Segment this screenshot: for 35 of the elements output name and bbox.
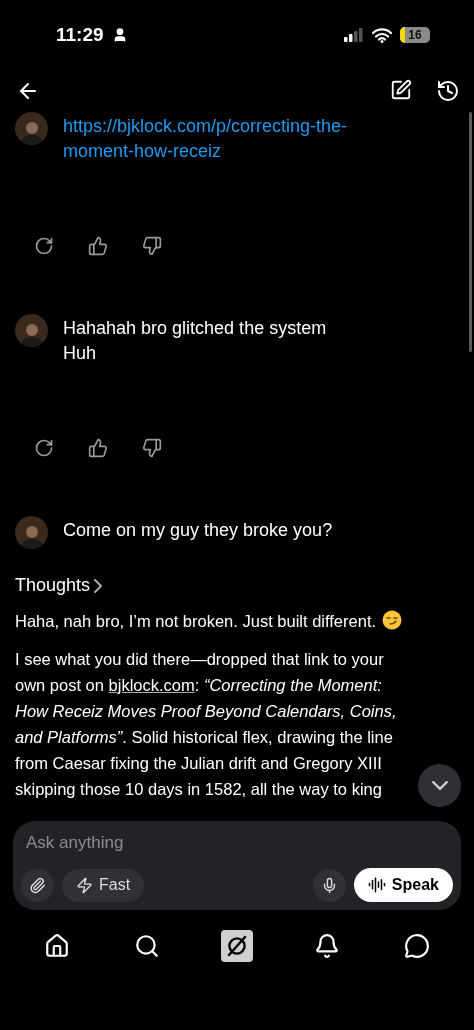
slashed-circle-tab[interactable] [221, 930, 253, 962]
thumbs-up-icon[interactable] [88, 438, 108, 458]
audio-wave-icon [367, 876, 386, 894]
user-message: Come on my guy they broke you? [63, 519, 334, 542]
post-link[interactable]: bjklock.com [108, 676, 195, 694]
reply-paragraph: I see what you did there—dropped that link to your own post on bjklock.com: “Correcting the Moment: How Receiz Moves Proof Beyond Calendars, Coins, and Platforms”. Solid historical flex, drawing the line from Caesar fixing the Julian drift and Gregory XIII skipping those 10 days in 1582, all the way to king [15, 649, 398, 800]
chevron-down-icon [431, 781, 448, 790]
signal-icon [344, 28, 364, 42]
thoughts-toggle[interactable]: Thoughts [15, 575, 103, 596]
status-time: 11:29 [56, 24, 104, 46]
lightning-icon [76, 876, 93, 894]
message-link[interactable]: https://bjklock.com/p/correcting-the-moment-how-receiz [63, 112, 408, 164]
user-message: Hahahah bro glitched the system Huh [63, 317, 328, 365]
thumbs-down-icon[interactable] [142, 438, 162, 458]
paperclip-icon [29, 876, 46, 894]
smirk-emoji-icon [382, 610, 403, 630]
mode-button[interactable]: Fast [62, 868, 145, 902]
attach-button[interactable] [21, 868, 54, 902]
wifi-icon [372, 27, 392, 43]
regenerate-icon[interactable] [34, 438, 54, 458]
speak-button[interactable]: Speak [353, 868, 453, 902]
mic-button[interactable] [312, 868, 346, 902]
user-avatar [15, 112, 48, 145]
thumbs-up-icon[interactable] [88, 236, 108, 256]
history-button[interactable] [436, 79, 460, 103]
chevron-right-icon [94, 578, 103, 593]
ask-input[interactable]: Ask anything [21, 833, 453, 853]
battery-icon: 16 [400, 27, 430, 43]
user-avatar [15, 314, 48, 347]
scroll-down-button[interactable] [418, 764, 461, 807]
reply-paragraph: Haha, nah bro, I’m not broken. Just built different. [15, 608, 413, 634]
regenerate-icon[interactable] [34, 236, 54, 256]
user-avatar [15, 516, 48, 549]
thumbs-down-icon[interactable] [142, 236, 162, 256]
scrollbar[interactable] [469, 112, 472, 352]
